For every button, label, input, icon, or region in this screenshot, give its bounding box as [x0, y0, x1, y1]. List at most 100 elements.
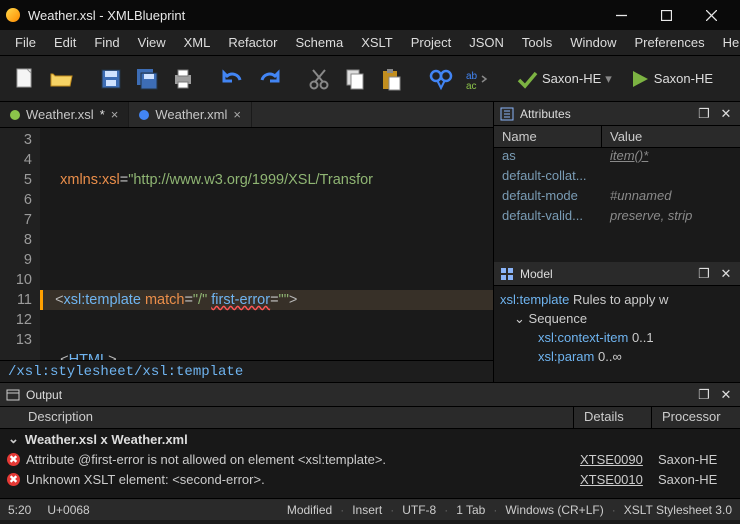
- close-icon[interactable]: ✕: [718, 387, 734, 403]
- col-|details[interactable]: Details: [574, 407, 652, 428]
- menu-xslt[interactable]: XSLT: [352, 31, 402, 54]
- menu-preferences[interactable]: Preferences: [626, 31, 714, 54]
- panel-title: Attributes: [520, 107, 571, 121]
- status-modified: Modified: [279, 503, 340, 517]
- menu-project[interactable]: Project: [402, 31, 460, 54]
- panel-title: Output: [26, 388, 62, 402]
- status-codepoint[interactable]: U+0068: [39, 503, 97, 517]
- table-row[interactable]: default-valid...preserve, strip: [494, 208, 740, 228]
- col-description[interactable]: Description: [0, 407, 574, 428]
- play-icon: [630, 69, 650, 89]
- attributes-header: Attributes ❐ ✕: [494, 102, 740, 126]
- output-row[interactable]: ✖ Unknown XSLT element: <second-error>. …: [0, 469, 740, 489]
- tabbar: Weather.xsl * × Weather.xml ×: [0, 102, 493, 128]
- status-eol[interactable]: Windows (CR+LF): [497, 503, 611, 517]
- col-processor[interactable]: Processor: [652, 407, 740, 428]
- new-file-icon[interactable]: [8, 62, 42, 96]
- status-insert[interactable]: Insert: [344, 503, 390, 517]
- window-title: Weather.xsl - XMLBlueprint: [28, 8, 599, 23]
- close-icon[interactable]: ✕: [718, 266, 734, 282]
- table-row[interactable]: default-collat...: [494, 168, 740, 188]
- error-icon: ✖: [7, 473, 20, 486]
- status-tab[interactable]: 1 Tab: [448, 503, 493, 517]
- model-header: Model ❐ ✕: [494, 262, 740, 286]
- paste-icon[interactable]: [374, 62, 408, 96]
- table-row[interactable]: asitem()*: [494, 148, 740, 168]
- output-header: Output ❐ ✕: [0, 383, 740, 407]
- undo-icon[interactable]: [216, 62, 250, 96]
- validate-label: Saxon-HE: [542, 71, 601, 86]
- replace-icon[interactable]: abac: [460, 62, 494, 96]
- close-icon[interactable]: ×: [111, 107, 119, 122]
- menu-find[interactable]: Find: [85, 31, 128, 54]
- save-all-icon[interactable]: [130, 62, 164, 96]
- tab-weather-xsl[interactable]: Weather.xsl * ×: [0, 102, 129, 127]
- print-icon[interactable]: [166, 62, 200, 96]
- menu-view[interactable]: View: [129, 31, 175, 54]
- close-icon[interactable]: ✕: [718, 106, 734, 122]
- cut-icon[interactable]: [302, 62, 336, 96]
- svg-text:ac: ac: [466, 81, 477, 89]
- dot-icon: [139, 110, 149, 120]
- menu-tools[interactable]: Tools: [513, 31, 561, 54]
- table-row[interactable]: default-mode#unnamed: [494, 188, 740, 208]
- run-label: Saxon-HE: [654, 71, 713, 86]
- close-icon[interactable]: ×: [233, 107, 241, 122]
- status-doctype[interactable]: XSLT Stylesheet 3.0: [616, 503, 740, 517]
- menu-refactor[interactable]: Refactor: [219, 31, 286, 54]
- find-icon[interactable]: [424, 62, 458, 96]
- restore-icon[interactable]: ❐: [696, 106, 712, 122]
- tab-label: Weather.xml: [155, 107, 227, 122]
- code-editor[interactable]: 345678910111213 xmlns:xsl="http://www.w3…: [0, 128, 493, 360]
- menubar: File Edit Find View XML Refactor Schema …: [0, 30, 740, 56]
- copy-icon[interactable]: [338, 62, 372, 96]
- run-button[interactable]: Saxon-HE: [624, 67, 719, 91]
- titlebar: Weather.xsl - XMLBlueprint: [0, 0, 740, 30]
- output-table-header: Description Details Processor: [0, 407, 740, 429]
- attributes-icon: [500, 107, 514, 121]
- dot-icon: [10, 110, 20, 120]
- close-button[interactable]: [689, 0, 734, 30]
- toolbar: abac Saxon-HE ▾ Saxon-HE: [0, 56, 740, 102]
- minimize-button[interactable]: [599, 0, 644, 30]
- maximize-button[interactable]: [644, 0, 689, 30]
- status-pos[interactable]: 5:20: [0, 503, 39, 517]
- chevron-down-icon[interactable]: ⌄: [514, 311, 525, 326]
- breadcrumb[interactable]: /xsl:stylesheet/xsl:template: [0, 360, 493, 382]
- editor-pane: Weather.xsl * × Weather.xml × 3456789101…: [0, 102, 494, 382]
- col-name[interactable]: Name: [494, 126, 602, 147]
- menu-schema[interactable]: Schema: [286, 31, 352, 54]
- col-value[interactable]: Value: [602, 126, 740, 147]
- output-row[interactable]: ✖ Attribute @first-error is not allowed …: [0, 449, 740, 469]
- gutter: 345678910111213: [0, 128, 40, 360]
- error-icon: ✖: [7, 453, 20, 466]
- model-body[interactable]: xsl:template Rules to apply w ⌄ Sequence…: [494, 286, 740, 382]
- code-body[interactable]: xmlns:xsl="http://www.w3.org/1999/XSL/Tr…: [40, 128, 493, 360]
- check-icon: [516, 68, 538, 90]
- menu-file[interactable]: File: [6, 31, 45, 54]
- menu-edit[interactable]: Edit: [45, 31, 85, 54]
- tab-weather-xml[interactable]: Weather.xml ×: [129, 102, 252, 127]
- output-group[interactable]: ⌄ Weather.xsl x Weather.xml: [0, 429, 740, 449]
- save-icon[interactable]: [94, 62, 128, 96]
- panel-title: Model: [520, 267, 553, 281]
- app-icon: [6, 8, 20, 22]
- status-encoding[interactable]: UTF-8: [394, 503, 444, 517]
- restore-icon[interactable]: ❐: [696, 266, 712, 282]
- chevron-down-icon: ▾: [605, 71, 612, 87]
- chevron-down-icon[interactable]: ⌄: [8, 431, 19, 447]
- open-file-icon[interactable]: [44, 62, 78, 96]
- attributes-table: Name Value asitem()* default-collat... d…: [494, 126, 740, 262]
- menu-xml[interactable]: XML: [175, 31, 220, 54]
- restore-icon[interactable]: ❐: [696, 387, 712, 403]
- output-panel: Output ❐ ✕ Description Details Processor…: [0, 382, 740, 498]
- model-icon: [500, 267, 514, 281]
- output-icon: [6, 388, 20, 402]
- statusbar: 5:20 U+0068 Modified· Insert· UTF-8· 1 T…: [0, 498, 740, 520]
- redo-icon[interactable]: [252, 62, 286, 96]
- side-pane: Attributes ❐ ✕ Name Value asitem()* defa…: [494, 102, 740, 382]
- menu-json[interactable]: JSON: [460, 31, 513, 54]
- menu-help[interactable]: Help: [714, 31, 740, 54]
- menu-window[interactable]: Window: [561, 31, 625, 54]
- validate-button[interactable]: Saxon-HE ▾: [510, 66, 618, 92]
